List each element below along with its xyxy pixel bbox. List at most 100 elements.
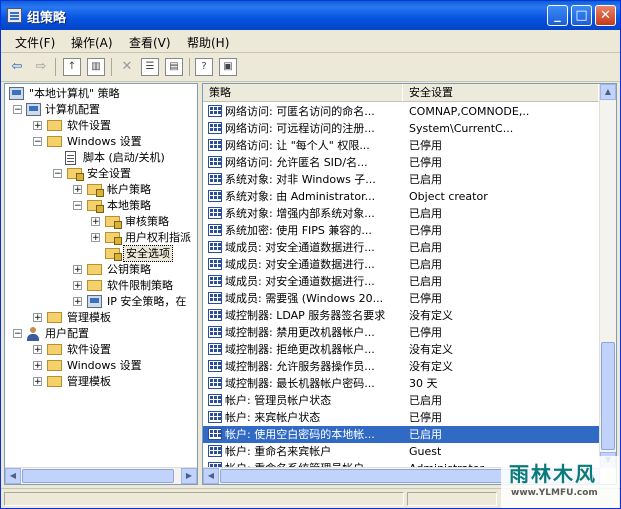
scroll-thumb[interactable] bbox=[601, 342, 615, 450]
policy-row[interactable]: 域控制器: LDAP 服务器签名要求 没有定义 bbox=[203, 307, 599, 324]
scroll-left-arrow-icon[interactable]: ◀ bbox=[5, 468, 21, 484]
policy-value: Object creator bbox=[409, 190, 488, 203]
export-list-icon[interactable]: ▤ bbox=[165, 58, 183, 76]
policy-name: 系统对象: 对非 Windows 子... bbox=[225, 173, 376, 186]
expand-toggle[interactable]: + bbox=[73, 265, 82, 275]
back-arrow-icon[interactable]: ⇦ bbox=[7, 57, 27, 77]
collapse-toggle[interactable]: − bbox=[13, 105, 22, 115]
policy-row[interactable]: 系统对象: 增强内部系统对象... 已启用 bbox=[203, 205, 599, 222]
menu-action[interactable]: 操作(A) bbox=[71, 34, 113, 51]
show-hide-pane-icon[interactable]: ▣ bbox=[219, 58, 237, 76]
expand-toggle[interactable]: + bbox=[91, 233, 100, 243]
expand-toggle[interactable]: + bbox=[33, 377, 42, 387]
policy-setting-icon bbox=[208, 190, 222, 202]
tree-label: 公钥策略 bbox=[107, 263, 151, 276]
close-button[interactable]: ✕ bbox=[595, 5, 616, 26]
policy-setting-icon bbox=[208, 207, 222, 219]
scroll-thumb[interactable] bbox=[22, 469, 174, 483]
tree-horizontal-scrollbar[interactable]: ◀ ▶ bbox=[5, 467, 197, 484]
policy-list-pane[interactable]: 策略 安全设置 网络访问: 可匿名访问的命名... COMNAP,COMNODE,… bbox=[202, 83, 617, 485]
up-level-icon[interactable]: ↑ bbox=[63, 58, 81, 76]
policy-value: 已启用 bbox=[409, 241, 442, 254]
policy-row[interactable]: 域控制器: 最长机器帐户密码... 30 天 bbox=[203, 375, 599, 392]
policy-value: 已启用 bbox=[409, 275, 442, 288]
policy-row[interactable]: 网络访问: 让 "每个人" 权限... 已停用 bbox=[203, 137, 599, 154]
policy-value: 已停用 bbox=[409, 411, 442, 424]
scroll-up-arrow-icon[interactable]: ▲ bbox=[600, 84, 616, 100]
expand-toggle[interactable]: + bbox=[73, 297, 82, 307]
policy-setting-icon bbox=[208, 428, 222, 440]
expand-toggle[interactable]: + bbox=[91, 217, 100, 227]
properties-icon[interactable]: ☰ bbox=[141, 58, 159, 76]
policy-row[interactable]: 域控制器: 允许服务器操作员... 没有定义 bbox=[203, 358, 599, 375]
policy-name: 网络访问: 可匿名访问的命名... bbox=[225, 105, 375, 118]
policy-row[interactable]: 域成员: 需要强 (Windows 20... 已停用 bbox=[203, 290, 599, 307]
collapse-toggle[interactable]: − bbox=[13, 329, 22, 339]
scroll-left-arrow-icon[interactable]: ◀ bbox=[203, 468, 219, 484]
list-vertical-scrollbar[interactable]: ▲ ▼ bbox=[599, 84, 616, 468]
policy-name: 网络访问: 让 "每个人" 权限... bbox=[225, 139, 370, 152]
help-icon[interactable]: ? bbox=[195, 58, 213, 76]
policy-row[interactable]: 网络访问: 可远程访问的注册... System\CurrentC... bbox=[203, 120, 599, 137]
policy-row[interactable]: 域控制器: 拒绝更改机器帐户... 没有定义 bbox=[203, 341, 599, 358]
menu-view[interactable]: 查看(V) bbox=[129, 34, 171, 51]
column-header-setting[interactable]: 安全设置 bbox=[403, 84, 599, 102]
policy-value: System\CurrentC... bbox=[409, 122, 514, 135]
policy-row[interactable]: 域成员: 对安全通道数据进行... 已启用 bbox=[203, 239, 599, 256]
group-policy-app-icon bbox=[7, 8, 22, 23]
expand-toggle[interactable]: + bbox=[73, 281, 82, 291]
policy-row[interactable]: 帐户: 管理员帐户状态 已启用 bbox=[203, 392, 599, 409]
policy-setting-icon bbox=[208, 224, 222, 236]
policy-name: 域成员: 需要强 (Windows 20... bbox=[225, 292, 384, 305]
policy-row[interactable]: 域成员: 对安全通道数据进行... 已启用 bbox=[203, 256, 599, 273]
collapse-toggle[interactable]: − bbox=[53, 169, 62, 179]
tree-pane[interactable]: "本地计算机" 策略 − 计算机配置 + 软件设置 − Windows 设置 脚… bbox=[4, 83, 198, 485]
policy-row-selected[interactable]: 帐户: 使用空白密码的本地帐... 已启用 bbox=[203, 426, 599, 443]
policy-row[interactable]: 帐户: 来宾帐户状态 已停用 bbox=[203, 409, 599, 426]
policy-name: 域成员: 对安全通道数据进行... bbox=[225, 275, 375, 288]
policy-name: 域成员: 对安全通道数据进行... bbox=[225, 241, 375, 254]
policy-name: 网络访问: 允许匿名 SID/名... bbox=[225, 156, 368, 169]
forward-arrow-icon[interactable]: ⇨ bbox=[31, 57, 51, 77]
security-folder-icon bbox=[87, 200, 104, 213]
expand-toggle[interactable]: + bbox=[33, 313, 42, 323]
policy-row[interactable]: 系统对象: 对非 Windows 子... 已启用 bbox=[203, 171, 599, 188]
policy-setting-icon bbox=[208, 122, 222, 134]
policy-row[interactable]: 域成员: 对安全通道数据进行... 已启用 bbox=[203, 273, 599, 290]
policy-row[interactable]: 域控制器: 禁用更改机器帐户... 已停用 bbox=[203, 324, 599, 341]
expand-toggle[interactable]: + bbox=[33, 121, 42, 131]
policy-row[interactable]: 系统对象: 由 Administrator... Object creator bbox=[203, 188, 599, 205]
policy-value: 已停用 bbox=[409, 156, 442, 169]
folder-icon bbox=[87, 280, 102, 291]
toolbar-separator bbox=[55, 58, 56, 76]
collapse-toggle[interactable]: − bbox=[73, 201, 82, 211]
expand-toggle[interactable]: + bbox=[33, 361, 42, 371]
policy-value: COMNAP,COMNODE,... bbox=[409, 105, 529, 118]
menu-file[interactable]: 文件(F) bbox=[15, 34, 55, 51]
tree-label: 脚本 (启动/关机) bbox=[83, 151, 165, 164]
policy-row[interactable]: 网络访问: 允许匿名 SID/名... 已停用 bbox=[203, 154, 599, 171]
collapse-toggle[interactable]: − bbox=[33, 137, 42, 147]
menu-help[interactable]: 帮助(H) bbox=[187, 34, 229, 51]
policy-value: 已启用 bbox=[409, 207, 442, 220]
toolbar: ⇦ ⇨ ↑ ▥ ✕ ☰ ▤ ? ▣ bbox=[1, 53, 620, 82]
computer-icon bbox=[9, 87, 24, 100]
policy-row[interactable]: 系统加密: 使用 FIPS 兼容的... 已停用 bbox=[203, 222, 599, 239]
policy-value: 没有定义 bbox=[409, 360, 453, 373]
tree-label: 安全设置 bbox=[87, 167, 131, 180]
policy-row[interactable]: 网络访问: 可匿名访问的命名... COMNAP,COMNODE,... bbox=[203, 103, 599, 120]
delete-icon[interactable]: ✕ bbox=[117, 57, 137, 77]
show-tree-icon[interactable]: ▥ bbox=[87, 58, 105, 76]
folder-icon bbox=[47, 312, 62, 323]
expand-toggle[interactable]: + bbox=[73, 185, 82, 195]
column-header-policy[interactable]: 策略 bbox=[203, 84, 403, 102]
policy-name: 系统对象: 增强内部系统对象... bbox=[225, 207, 375, 220]
maximize-button[interactable]: □ bbox=[571, 5, 592, 26]
policy-setting-icon bbox=[208, 394, 222, 406]
group-policy-window: 组策略 _ □ ✕ 文件(F) 操作(A) 查看(V) 帮助(H) ⇦ ⇨ ↑ … bbox=[0, 0, 621, 509]
scroll-right-arrow-icon[interactable]: ▶ bbox=[181, 468, 197, 484]
title-bar[interactable]: 组策略 _ □ ✕ bbox=[1, 1, 620, 30]
folder-open-icon bbox=[47, 136, 62, 147]
minimize-button[interactable]: _ bbox=[547, 5, 568, 26]
expand-toggle[interactable]: + bbox=[33, 345, 42, 355]
